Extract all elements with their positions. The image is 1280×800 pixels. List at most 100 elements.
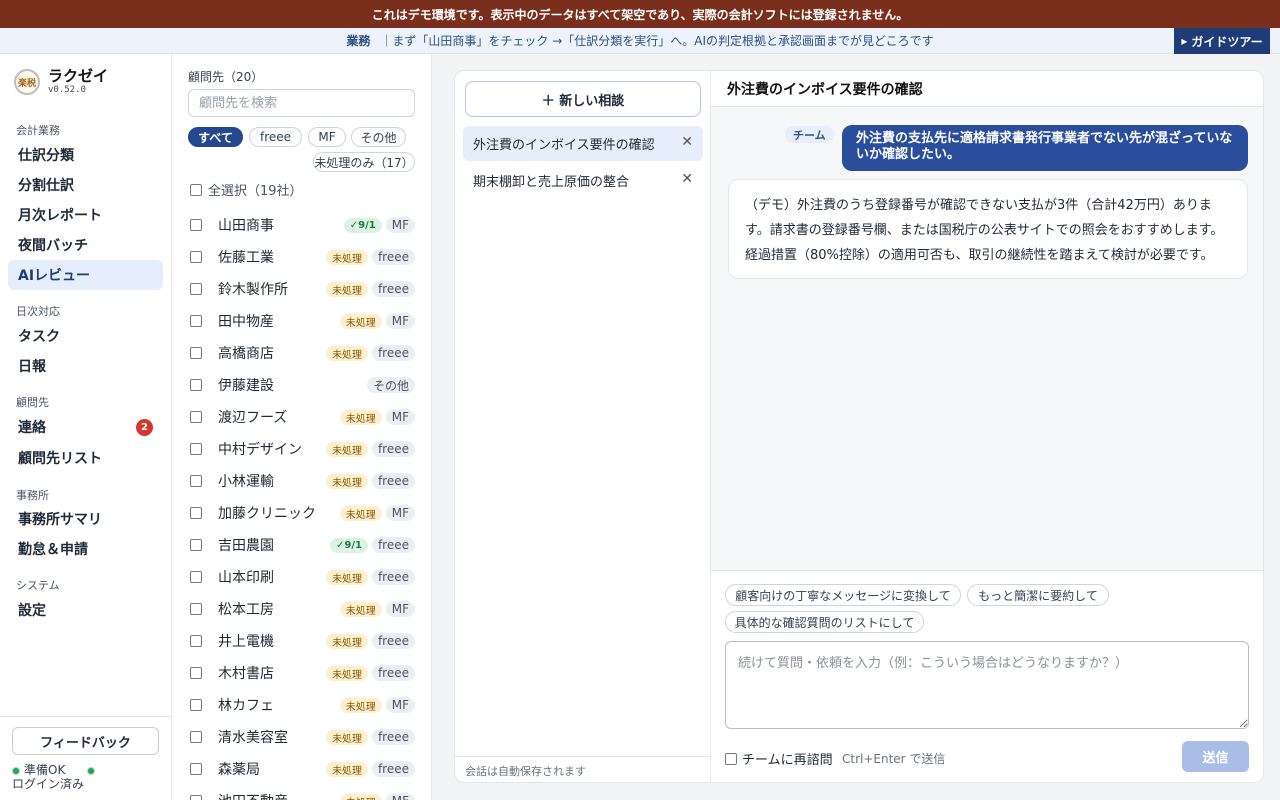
- status-login: ログイン済み: [12, 777, 85, 791]
- client-row[interactable]: 森薬局 未処理 freee: [188, 753, 415, 785]
- client-row[interactable]: 清水美容室 未処理 freee: [188, 721, 415, 753]
- sidebar-item-night-batch[interactable]: 夜間バッチ: [8, 230, 163, 260]
- client-name: 高橋商店: [218, 346, 274, 362]
- composer: 顧客向けの丁寧なメッセージに変換して もっと簡潔に要約して 具体的な確認質問のリ…: [711, 570, 1263, 782]
- sidebar-item-attendance[interactable]: 勤怠＆申請: [8, 534, 163, 564]
- client-checkbox[interactable]: [190, 379, 202, 391]
- client-checkbox[interactable]: [190, 699, 202, 711]
- sidebar-item-settings[interactable]: 設定: [8, 595, 163, 625]
- client-checkbox[interactable]: [190, 571, 202, 583]
- client-checkbox[interactable]: [190, 443, 202, 455]
- client-checkbox[interactable]: [190, 667, 202, 679]
- client-name: 中村デザイン: [218, 442, 302, 458]
- client-checkbox[interactable]: [190, 603, 202, 615]
- filter-all[interactable]: すべて: [188, 127, 243, 147]
- app-version: v0.52.0: [48, 85, 86, 95]
- client-name: 林カフェ: [218, 698, 274, 714]
- send-button[interactable]: 送信: [1182, 741, 1249, 772]
- chat-title: 外注費のインボイス要件の確認: [711, 71, 1263, 107]
- filter-pending-only[interactable]: 未処理のみ（17）: [313, 152, 415, 172]
- client-row[interactable]: 松本工房 未処理 MF: [188, 593, 415, 625]
- select-all-checkbox[interactable]: [190, 183, 202, 196]
- client-checkbox[interactable]: [190, 539, 202, 551]
- new-consult-button[interactable]: ＋ 新しい相談: [465, 81, 701, 117]
- status-ready: 準備OK: [24, 763, 66, 777]
- guide-tour-button[interactable]: ▸ ガイドツアー: [1174, 28, 1270, 54]
- filter-other[interactable]: その他: [351, 127, 406, 147]
- client-row[interactable]: 鈴木製作所 未処理 freee: [188, 273, 415, 305]
- client-row[interactable]: 木村書店 未処理 freee: [188, 657, 415, 689]
- status-badge: 未処理: [325, 441, 368, 457]
- software-badge: MF: [385, 409, 415, 425]
- feedback-button[interactable]: フィードバック: [12, 727, 159, 755]
- demo-banner: これはデモ環境です。表示中のデータはすべて架空であり、実際の会計ソフトには登録さ…: [0, 0, 1280, 28]
- close-icon[interactable]: ✕: [681, 171, 693, 187]
- client-checkbox[interactable]: [190, 315, 202, 327]
- team-tag: チーム: [785, 126, 834, 143]
- status-dot-icon: [12, 766, 20, 775]
- thread-title: 外注費のインボイス要件の確認: [473, 138, 655, 153]
- client-checkbox[interactable]: [190, 795, 202, 800]
- client-checkbox[interactable]: [190, 475, 202, 487]
- client-checkbox[interactable]: [190, 283, 202, 295]
- suggestion-questions[interactable]: 具体的な確認質問のリストにして: [725, 611, 924, 633]
- sidebar-item-ai-review[interactable]: AIレビュー: [8, 260, 163, 290]
- sidebar-item-monthly-report[interactable]: 月次レポート: [8, 200, 163, 230]
- suggestion-summarize[interactable]: もっと簡潔に要約して: [967, 584, 1109, 606]
- client-row[interactable]: 山田商事 ✓9/1 MF: [188, 209, 415, 241]
- filter-freee[interactable]: freee: [249, 127, 302, 147]
- client-name: 清水美容室: [218, 730, 288, 746]
- client-count-title: 顧問先（20）: [188, 70, 264, 84]
- client-checkbox[interactable]: [190, 251, 202, 263]
- client-row[interactable]: 加藤クリニック 未処理 MF: [188, 497, 415, 529]
- sidebar-item-office-summary[interactable]: 事務所サマリ: [8, 504, 163, 534]
- client-checkbox[interactable]: [190, 347, 202, 359]
- client-checkbox[interactable]: [190, 763, 202, 775]
- client-checkbox[interactable]: [190, 731, 202, 743]
- suggestion-polite[interactable]: 顧客向けの丁寧なメッセージに変換して: [725, 584, 961, 606]
- chat-input[interactable]: [725, 641, 1249, 729]
- status-dot-icon: [87, 766, 96, 775]
- thread-item[interactable]: 外注費のインボイス要件の確認 ✕: [463, 126, 703, 161]
- status-badge: 未処理: [339, 505, 382, 521]
- brand[interactable]: 楽税 ラクゼイ v0.52.0: [14, 68, 108, 96]
- select-all[interactable]: 全選択（19社）: [190, 180, 303, 199]
- client-checkbox[interactable]: [190, 635, 202, 647]
- client-checkbox[interactable]: [190, 219, 202, 231]
- sidebar-item-daily-report[interactable]: 日報: [8, 351, 163, 381]
- client-row[interactable]: 伊藤建設 その他: [188, 369, 415, 401]
- unread-badge: 2: [136, 419, 153, 436]
- status-badge: 未処理: [325, 345, 368, 361]
- recheck-checkbox[interactable]: [725, 752, 737, 765]
- sidebar-item-journal[interactable]: 仕訳分類: [8, 140, 163, 170]
- shortcut-hint: Ctrl+Enter で送信: [842, 752, 946, 766]
- client-row[interactable]: 小林運輸 未処理 freee: [188, 465, 415, 497]
- guide-tag: 業務: [346, 34, 371, 48]
- status-badge: ✓9/1: [330, 537, 368, 553]
- chat-messages: チーム 外注費の支払先に適格請求書発行事業者でない先が混ざっていないか確認したい…: [711, 107, 1263, 570]
- client-row[interactable]: 田中物産 未処理 MF: [188, 305, 415, 337]
- client-row[interactable]: 井上電機 未処理 freee: [188, 625, 415, 657]
- chat-pane: 外注費のインボイス要件の確認 チーム 外注費の支払先に適格請求書発行事業者でない…: [711, 71, 1263, 782]
- client-row[interactable]: 吉田農園 ✓9/1 freee: [188, 529, 415, 561]
- client-search-input[interactable]: [188, 89, 415, 117]
- sidebar-item-split[interactable]: 分割仕訳: [8, 170, 163, 200]
- client-row[interactable]: 林カフェ 未処理 MF: [188, 689, 415, 721]
- close-icon[interactable]: ✕: [681, 134, 693, 150]
- client-row[interactable]: 山本印刷 未処理 freee: [188, 561, 415, 593]
- client-checkbox[interactable]: [190, 507, 202, 519]
- thread-item[interactable]: 期末棚卸と売上原価の整合 ✕: [463, 163, 703, 198]
- sidebar-item-tasks[interactable]: タスク: [8, 321, 163, 351]
- client-name: 木村書店: [218, 666, 274, 682]
- client-row[interactable]: 佐藤工業 未処理 freee: [188, 241, 415, 273]
- sidebar-item-client-list[interactable]: 顧問先リスト: [8, 443, 163, 473]
- client-row[interactable]: 中村デザイン 未処理 freee: [188, 433, 415, 465]
- filter-mf[interactable]: MF: [308, 127, 346, 147]
- client-row[interactable]: 高橋商店 未処理 freee: [188, 337, 415, 369]
- sidebar-item-contact[interactable]: 連絡 2: [8, 412, 163, 442]
- client-row[interactable]: 池田不動産未処理MF: [188, 785, 415, 800]
- client-checkbox[interactable]: [190, 411, 202, 423]
- recheck-team[interactable]: チームに再諮問: [725, 749, 833, 768]
- client-row[interactable]: 渡辺フーズ 未処理 MF: [188, 401, 415, 433]
- client-name: 山本印刷: [218, 570, 274, 586]
